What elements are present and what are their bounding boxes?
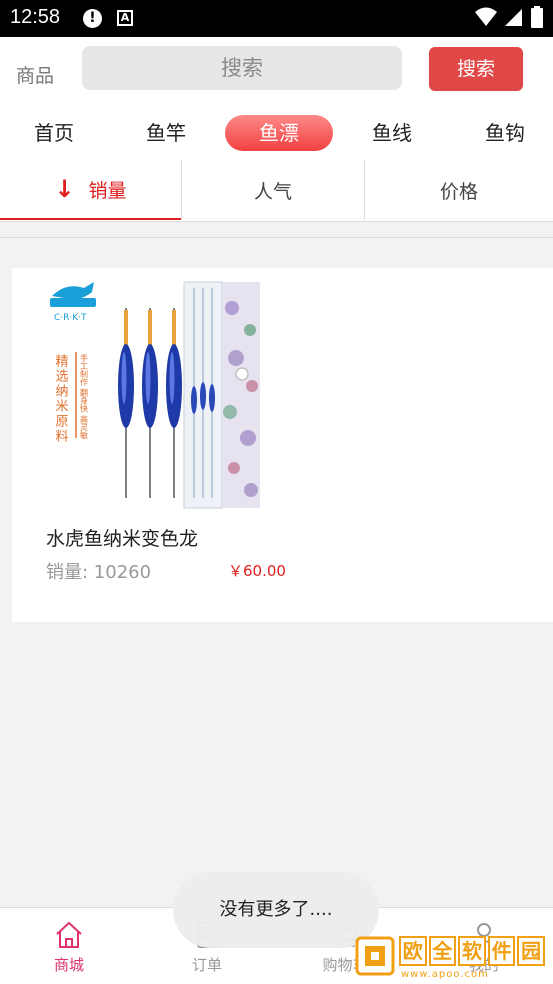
toast-message: 没有更多了....: [173, 872, 379, 948]
watermark-text: 欧 全 软 件 园: [399, 936, 545, 968]
product-card[interactable]: C·R·K·T 精选纳米原料 手工制作 翻身快 高灵敏 水虎鱼纳米变色龙 销量:…: [12, 268, 553, 622]
divider: [0, 237, 553, 238]
tab-floats[interactable]: 鱼漂: [225, 115, 333, 151]
sort-sales-label: 销量: [88, 179, 127, 202]
home-icon: [56, 921, 82, 948]
status-icons: [475, 6, 543, 28]
watermark: 欧 全 软 件 园 www.apoo.com: [355, 936, 545, 980]
nav-orders-label: 订单: [191, 956, 222, 974]
alert-icon: !: [83, 9, 102, 28]
search-scope-label: 商品: [16, 65, 55, 87]
watermark-char: 全: [428, 936, 457, 966]
side-text-small: 手工制作 翻身快 高灵敏: [80, 353, 89, 440]
product-photo: C·R·K·T 精选纳米原料 手工制作 翻身快 高灵敏: [50, 281, 260, 509]
watermark-char: 件: [487, 936, 516, 966]
product-name: 水虎鱼纳米变色龙: [46, 528, 199, 550]
search-header: 商品 搜索: [0, 37, 553, 105]
watermark-char: 园: [517, 936, 545, 966]
app-notification-icon: A: [117, 10, 133, 26]
sort-by-price[interactable]: 价格: [365, 160, 553, 220]
wifi-icon: [475, 7, 497, 26]
battery-icon: [531, 6, 543, 28]
search-button[interactable]: 搜索: [429, 47, 523, 91]
category-tabs: 首页 鱼竿 鱼漂 鱼线 鱼钩: [0, 105, 553, 160]
product-image[interactable]: C·R·K·T 精选纳米原料 手工制作 翻身快 高灵敏: [46, 278, 266, 512]
signal-icon: [505, 9, 522, 26]
search-input[interactable]: [82, 46, 402, 90]
sort-by-popularity[interactable]: 人气: [182, 160, 364, 220]
tab-rods[interactable]: 鱼竿: [126, 115, 206, 151]
sort-down-arrow-icon: ↓: [54, 175, 75, 203]
side-text: 精选纳米原料: [53, 354, 69, 444]
status-bar: 12:58 ! A: [0, 0, 553, 37]
nav-mall[interactable]: 商城: [0, 908, 138, 984]
nav-mall-label: 商城: [53, 956, 84, 974]
tab-hooks[interactable]: 鱼钩: [465, 115, 545, 151]
product-sales: 销量: 10260: [46, 562, 152, 583]
sort-bar: ↓ 销量 人气 价格: [0, 160, 553, 222]
watermark-char: 欧: [399, 936, 427, 966]
tab-lines[interactable]: 鱼线: [352, 115, 432, 151]
sort-by-sales[interactable]: ↓ 销量: [0, 160, 181, 220]
product-price: ￥60.00: [228, 562, 286, 580]
watermark-char: 软: [458, 936, 486, 966]
status-time: 12:58: [10, 6, 61, 28]
watermark-url: www.apoo.com: [401, 969, 489, 980]
brand-label: C·R·K·T: [54, 313, 87, 323]
tab-home[interactable]: 首页: [14, 115, 94, 151]
watermark-logo-icon: [355, 936, 395, 976]
